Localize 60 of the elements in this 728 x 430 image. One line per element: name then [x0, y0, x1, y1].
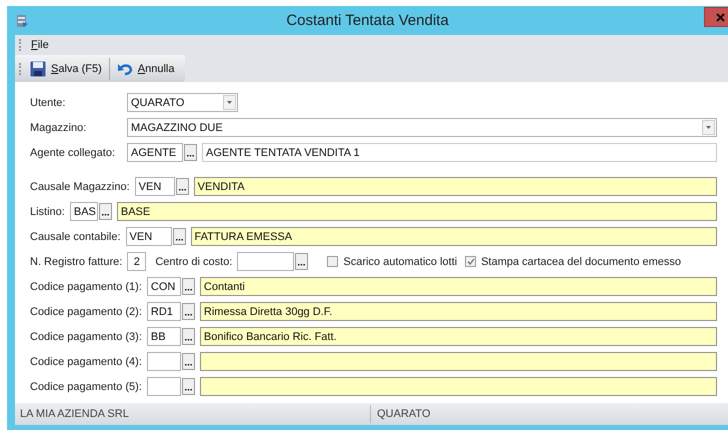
description-field: FATTURA EMESSA: [190, 227, 717, 246]
description-field: Rimessa Diretta 30gg D.F.: [200, 302, 717, 321]
description-field: VENDITA: [194, 177, 717, 196]
description-field: Contanti: [200, 277, 717, 296]
code-field[interactable]: RD1: [146, 302, 181, 321]
status-text: LA MIA AZIENDA SRL: [20, 408, 129, 420]
field-label: Codice pagamento (4):: [30, 356, 142, 368]
lookup-button[interactable]: [184, 144, 197, 161]
field-label: Magazzino:: [30, 122, 88, 134]
lookup-button[interactable]: [176, 178, 189, 195]
lookup-button[interactable]: [182, 378, 195, 395]
dropdown-arrow-icon: [706, 126, 711, 129]
description-field: Bonifico Bancario Ric. Fatt.: [200, 327, 717, 346]
field-label: Codice pagamento (2):: [30, 306, 142, 318]
save-button[interactable]: Salva (F5): [25, 56, 107, 80]
field-label: Causale Magazzino:: [30, 180, 130, 192]
app-icon: [15, 14, 29, 28]
field-label: Codice pagamento (5):: [30, 380, 142, 392]
field-label: Codice pagamento (3):: [30, 330, 142, 342]
lookup-button[interactable]: [182, 303, 195, 320]
field-label: Listino:: [30, 206, 65, 218]
status-text: QUARATO: [376, 408, 430, 420]
field-label: Agente collegato:: [30, 146, 116, 158]
close-button[interactable]: [704, 7, 728, 27]
code-field[interactable]: AGENTE: [127, 143, 183, 162]
code-field[interactable]: [146, 352, 181, 371]
code-field[interactable]: VEN: [134, 177, 175, 196]
field-label: Causale contabile:: [30, 230, 121, 242]
window-title: Costanti Tentata Vendita: [286, 12, 449, 29]
dropdown-arrow-icon: [227, 101, 232, 104]
number-field[interactable]: 2: [127, 252, 146, 271]
user-dropdown[interactable]: QUARATO: [127, 93, 238, 112]
code-field[interactable]: BB: [146, 327, 181, 346]
cost-center-field[interactable]: [237, 252, 294, 271]
lookup-button[interactable]: [98, 203, 112, 220]
field-label: N. Registro fatture:: [30, 256, 122, 268]
field-label: Codice pagamento (1):: [30, 280, 142, 292]
field-label: Utente:: [30, 96, 66, 108]
warehouse-dropdown[interactable]: MAGAZZINO DUE: [127, 118, 717, 137]
lookup-button[interactable]: [295, 253, 308, 270]
lookup-button[interactable]: [182, 353, 195, 370]
lookup-button[interactable]: [172, 228, 186, 245]
check-icon: [466, 258, 475, 265]
checkbox[interactable]: [465, 256, 476, 267]
undo-arrow-icon: [116, 62, 133, 76]
code-field[interactable]: CON: [146, 277, 181, 296]
undo-button[interactable]: Annulla: [112, 56, 180, 80]
description-field: AGENTE TENTATA VENDITA 1: [202, 143, 717, 162]
lookup-button[interactable]: [182, 278, 195, 295]
description-field: BASE: [116, 202, 717, 221]
field-label: Centro di costo:: [155, 256, 232, 268]
code-field[interactable]: BAS: [70, 202, 98, 221]
code-field[interactable]: [146, 377, 181, 396]
code-field[interactable]: VEN: [126, 227, 172, 246]
checkbox-label: Stampa cartacea del documento emesso: [481, 256, 682, 268]
close-icon: [716, 12, 724, 22]
checkbox-label: Scarico automatico lotti: [343, 256, 458, 268]
lookup-button[interactable]: [182, 328, 195, 345]
menu-item[interactable]: File: [27, 38, 53, 52]
checkbox[interactable]: [327, 256, 338, 267]
